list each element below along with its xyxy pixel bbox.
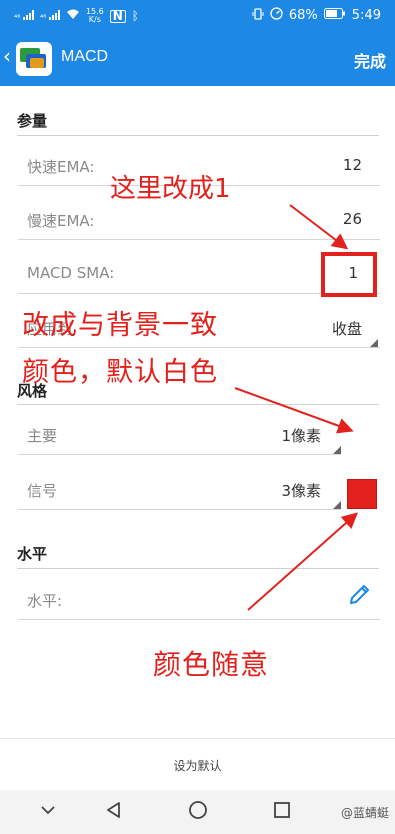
square-recent-icon[interactable] [272, 800, 292, 824]
annotation-arrow-3 [247, 512, 358, 611]
set-default-label: 设为默认 [173, 759, 222, 773]
system-nav-bar: @蓝蜻蜓 [0, 790, 395, 834]
annotation-arrows [234, 204, 358, 611]
annotation-arrow-2 [234, 387, 354, 434]
triangle-back-icon[interactable] [104, 800, 124, 824]
circle-home-icon[interactable] [188, 800, 208, 824]
watermark: @蓝蜻蜓 [340, 806, 389, 820]
annotation-arrow-1 [289, 204, 349, 250]
chevron-down-icon[interactable] [38, 800, 58, 824]
set-default-button[interactable]: 设为默认 [0, 738, 395, 790]
